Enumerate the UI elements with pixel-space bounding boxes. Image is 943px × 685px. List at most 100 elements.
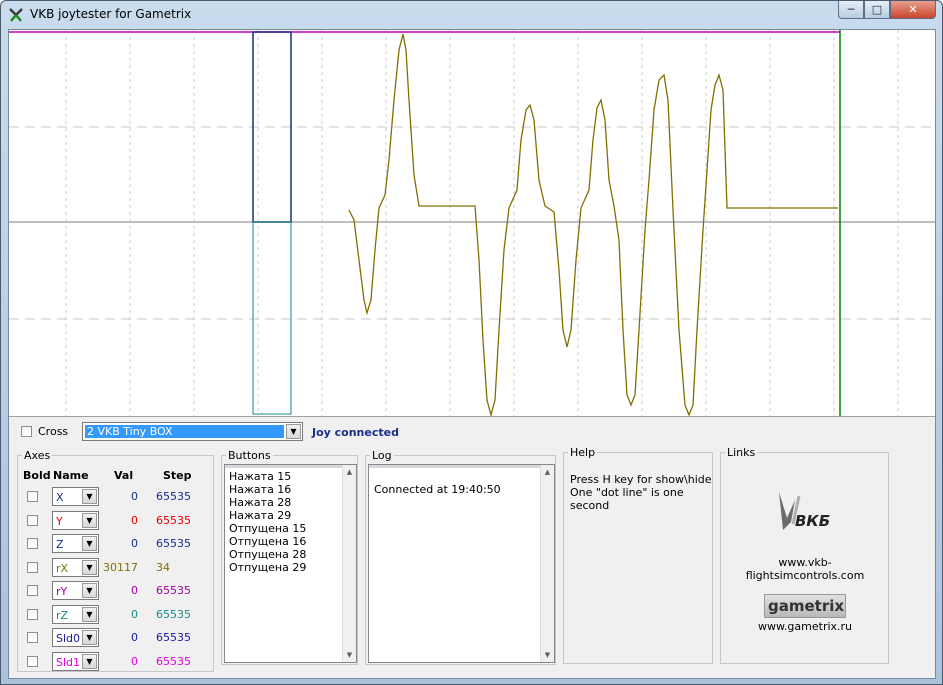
button-bar-lower — [252, 221, 292, 415]
axis-step: 65535 — [156, 537, 191, 550]
help-group: Help Press H key for show\hide One "dot … — [563, 446, 713, 664]
links-group-title: Links — [725, 446, 758, 459]
bold-checkbox[interactable] — [27, 561, 38, 573]
axis-select[interactable]: rX ▼ — [52, 557, 99, 577]
axis-select[interactable]: rZ ▼ — [52, 604, 99, 624]
client-area: Cross 2 VKB Tiny BOX ▼ Joy connected Axe… — [8, 29, 936, 679]
chevron-down-icon[interactable]: ▼ — [82, 583, 97, 598]
axis-name: Y — [56, 514, 63, 528]
chevron-down-icon[interactable]: ▼ — [82, 630, 97, 645]
buttons-listbox[interactable]: Нажата 15 Нажата 16 Нажата 28 Нажата 29 Отпу… — [224, 464, 357, 663]
device-select[interactable]: 2 VKB Tiny BOX ▼ — [82, 422, 303, 441]
list-item[interactable]: Нажата 28 — [225, 496, 306, 509]
app-window: VKB joytester for Gametrix ─ □ ✕ Cross 2… — [0, 0, 943, 685]
close-button[interactable]: ✕ — [890, 1, 936, 19]
log-item[interactable]: Connected at 19:40:50 — [370, 483, 501, 496]
axis-row: rZ ▼ 0 65535 — [18, 604, 208, 625]
scroll-down-icon[interactable]: ▼ — [541, 648, 554, 662]
axis-value: 30117 — [103, 560, 138, 574]
axis-select[interactable]: Y ▼ — [52, 510, 99, 530]
step-header: Step — [163, 469, 192, 482]
log-scrollbar[interactable]: ▲ ▼ — [540, 465, 554, 662]
vkb-logo-text: ВКБ — [795, 512, 831, 530]
bold-checkbox[interactable] — [27, 608, 38, 620]
axis-step: 65535 — [156, 607, 191, 621]
axis-name: Sld0 — [56, 632, 81, 645]
axis-name: Z — [56, 538, 64, 551]
axis-row: Z ▼ 0 65535 — [18, 534, 208, 554]
list-item[interactable]: Отпущена 16 — [225, 535, 306, 548]
axis-row: rX ▼ 30117 34 — [18, 557, 208, 578]
scroll-down-icon[interactable]: ▼ — [343, 648, 356, 662]
scroll-up-icon[interactable]: ▲ — [541, 465, 554, 479]
buttons-group-title: Buttons — [226, 449, 273, 462]
axis-select[interactable]: Sld1 ▼ — [52, 651, 99, 671]
list-item[interactable]: Нажата 16 — [225, 483, 306, 496]
axis-name: rZ — [56, 608, 69, 622]
axis-value: 0 — [131, 490, 138, 503]
maximize-icon: □ — [871, 3, 883, 16]
bold-checkbox[interactable] — [27, 585, 38, 596]
name-header: Name — [53, 469, 89, 482]
axis-name: Sld1 — [56, 655, 81, 669]
chevron-down-icon[interactable]: ▼ — [82, 559, 97, 575]
axis-value: 0 — [131, 631, 138, 644]
axis-graph-canvas — [9, 30, 935, 416]
val-header: Val — [114, 469, 134, 482]
axis-value: 0 — [131, 513, 138, 527]
bold-checkbox[interactable] — [27, 514, 38, 526]
axis-step: 65535 — [156, 513, 191, 527]
axis-select[interactable]: Z ▼ — [52, 534, 99, 553]
title-bar[interactable]: VKB joytester for Gametrix ─ □ ✕ — [1, 1, 942, 28]
close-icon: ✕ — [908, 3, 918, 16]
bold-header: Bold — [23, 469, 51, 482]
connection-status: Joy connected — [312, 426, 399, 439]
bold-checkbox[interactable] — [27, 655, 38, 667]
gametrix-logo[interactable]: gametrix — [764, 594, 846, 618]
minimize-button[interactable]: ─ — [838, 1, 864, 19]
axis-row: Sld0 ▼ 0 65535 — [18, 628, 208, 648]
axes-group: Axes Bold Name Val Step X ▼ 0 65535 Y ▼ 0 65535… — [17, 449, 214, 672]
axis-select[interactable]: Sld0 ▼ — [52, 628, 99, 647]
scroll-up-icon[interactable]: ▲ — [343, 465, 356, 479]
axis-row: X ▼ 0 65535 — [18, 487, 208, 507]
bold-checkbox[interactable] — [27, 538, 38, 549]
bold-checkbox[interactable] — [27, 632, 38, 643]
chevron-down-icon[interactable]: ▼ — [82, 536, 97, 551]
axis-select[interactable]: rY ▼ — [52, 581, 99, 600]
axis-value: 0 — [131, 654, 138, 668]
chevron-down-icon[interactable]: ▼ — [82, 653, 97, 669]
axis-select[interactable]: X ▼ — [52, 487, 99, 506]
axis-step: 65535 — [156, 654, 191, 668]
axis-row: Sld1 ▼ 0 65535 — [18, 651, 208, 672]
gametrix-url-link[interactable]: www.gametrix.ru — [722, 620, 888, 633]
chevron-down-icon[interactable]: ▼ — [82, 489, 97, 504]
chevron-down-icon[interactable]: ▼ — [286, 424, 301, 439]
buttons-scrollbar[interactable]: ▲ ▼ — [342, 465, 356, 662]
list-item[interactable]: Нажата 29 — [225, 509, 306, 522]
log-listbox[interactable]: Connected at 19:40:50 ▲ ▼ — [368, 464, 555, 663]
chevron-down-icon[interactable]: ▼ — [82, 512, 97, 528]
chevron-down-icon[interactable]: ▼ — [82, 606, 97, 622]
log-group: Log Connected at 19:40:50 ▲ ▼ — [365, 449, 556, 665]
axis-name: X — [56, 491, 64, 504]
cross-checkbox[interactable] — [21, 426, 32, 437]
window-title: VKB joytester for Gametrix — [30, 7, 192, 21]
rx-axis-trace — [348, 33, 838, 416]
buttons-group: Buttons Нажата 15 Нажата 16 Нажата 28 Нажат… — [221, 449, 358, 665]
axis-graph — [9, 30, 935, 417]
axis-value: 0 — [131, 584, 138, 597]
list-item[interactable]: Отпущена 15 — [225, 522, 306, 535]
vkb-url-link[interactable]: www.vkb-flightsimcontrols.com — [722, 556, 888, 582]
log-group-title: Log — [370, 449, 394, 462]
help-line-2: One "dot line" is one second — [570, 486, 684, 512]
vkb-logo[interactable]: ВКБ — [769, 488, 849, 538]
maximize-button[interactable]: □ — [864, 1, 890, 19]
axis-step: 65535 — [156, 490, 191, 503]
list-item[interactable]: Отпущена 28 — [225, 548, 306, 561]
bold-checkbox[interactable] — [27, 491, 38, 502]
axes-group-title: Axes — [22, 449, 53, 462]
list-item[interactable]: Отпущена 29 — [225, 561, 306, 574]
list-item[interactable]: Нажата 15 — [225, 470, 306, 483]
axis-value: 0 — [131, 607, 138, 621]
